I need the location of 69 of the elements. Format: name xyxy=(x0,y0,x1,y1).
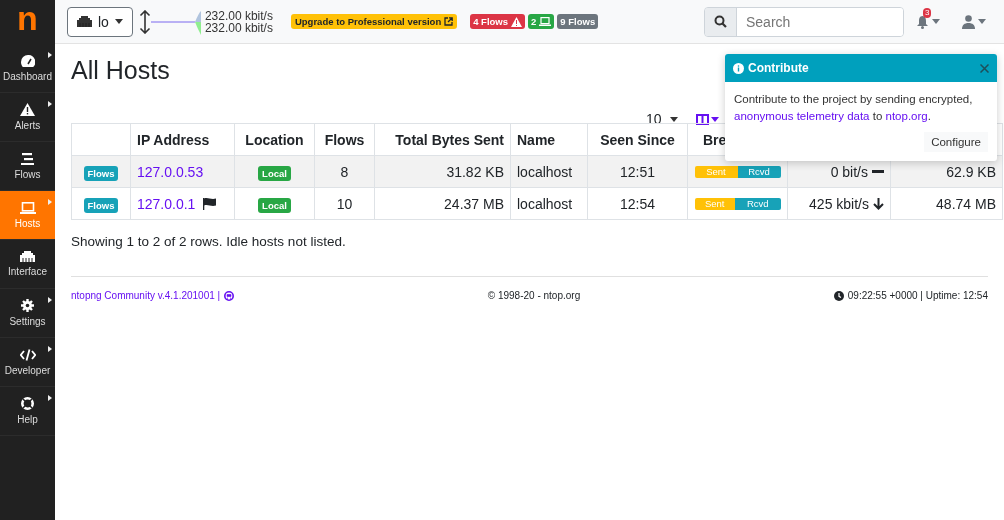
interface-dropdown[interactable]: lo xyxy=(67,6,133,37)
gauge-icon xyxy=(20,54,35,67)
table-cell: 12:54 xyxy=(619,195,655,212)
table-cell: 425 kbit/s xyxy=(809,195,869,212)
close-button[interactable] xyxy=(980,63,989,73)
popup-link[interactable]: anonymous telemetry data xyxy=(734,110,870,122)
caret-icon xyxy=(114,19,123,24)
search-icon xyxy=(714,15,727,28)
table-cell: 24.37 MB xyxy=(444,195,504,212)
clock-text: 09:22:55 +0000 | Uptime: 12:54 xyxy=(847,290,988,301)
popup-message: Contribute to the project by sending encrypted, anonymous telemetry data to ntop.org. xyxy=(733,92,974,124)
flow-badge[interactable]: 9 Flows xyxy=(557,14,599,29)
help-icon xyxy=(21,397,34,410)
table-cell: 12:51 xyxy=(619,163,655,180)
table-cell: 10 xyxy=(336,195,353,212)
sidebar-item[interactable]: Help xyxy=(0,387,55,436)
sidebar-item[interactable]: Interface xyxy=(0,240,55,289)
location-tag: Local xyxy=(258,197,291,213)
close-icon xyxy=(980,63,989,73)
up-down-arrows-icon xyxy=(138,9,151,34)
caret-icon xyxy=(932,19,940,24)
popup-link[interactable]: ntop.org xyxy=(885,110,928,122)
sidebar-item[interactable]: Alerts xyxy=(0,93,55,142)
caret-icon xyxy=(710,116,719,122)
upgrade-link[interactable]: Upgrade to Professional version xyxy=(290,14,458,29)
settings-icon xyxy=(21,299,34,312)
table-cell: localhost xyxy=(517,195,573,212)
user-icon[interactable] xyxy=(962,14,975,29)
github-icon[interactable] xyxy=(224,290,235,301)
bell-icon[interactable] xyxy=(916,14,929,29)
laptop-icon xyxy=(19,201,36,214)
location-tag: Local xyxy=(258,165,291,181)
download-rate: 232.00 kbit/s xyxy=(204,21,273,34)
upload-rate: 232.00 kbit/s xyxy=(204,9,273,22)
external-link-icon xyxy=(444,17,454,26)
ethernet-icon xyxy=(20,251,35,262)
clock-icon xyxy=(833,290,844,301)
laptop-icon xyxy=(539,17,552,26)
code-icon xyxy=(19,348,36,361)
warning-icon xyxy=(511,16,523,27)
page-title: All Hosts xyxy=(71,56,170,84)
sidebar-item[interactable]: Dashboard xyxy=(0,44,55,93)
logo[interactable]: n xyxy=(17,1,38,35)
version-link[interactable]: ntopng Community v.4.1.201001 | xyxy=(71,290,221,301)
caret-icon xyxy=(978,19,986,24)
flow-badge[interactable]: 4 Flows xyxy=(470,14,526,29)
warning-icon xyxy=(20,103,35,116)
columns-icon[interactable] xyxy=(695,113,709,125)
table-cell: localhost xyxy=(517,163,573,180)
traffic-breakdown-bar: Sent Rcvd xyxy=(694,165,781,178)
copyright-text: © 1998-20 - ntop.org xyxy=(487,290,581,301)
table-cell: 31.82 KB xyxy=(446,163,504,180)
traffic-breakdown-bar: Sent Rcvd xyxy=(694,197,781,210)
column-header[interactable]: Bre xyxy=(703,131,727,148)
notification-count: 3 xyxy=(923,7,932,18)
caret-icon xyxy=(669,116,678,122)
popup-title: Contribute xyxy=(748,61,810,75)
sidebar-item[interactable]: Developer xyxy=(0,338,55,387)
table-summary: Showing 1 to 2 of 2 rows. Idle hosts not listed. xyxy=(71,234,346,249)
configure-button[interactable]: Configure xyxy=(924,132,988,152)
table-cell: 48.74 MB xyxy=(936,195,996,212)
table-cell: 62.9 KB xyxy=(946,163,996,180)
sidebar-item[interactable]: Settings xyxy=(0,289,55,338)
table-cell: 8 xyxy=(340,163,349,180)
ethernet-icon xyxy=(77,16,92,27)
info-icon xyxy=(733,62,744,74)
table-cell: 0 bit/s xyxy=(830,163,868,180)
bars-icon xyxy=(21,152,34,165)
search-field[interactable]: Search xyxy=(704,6,904,37)
